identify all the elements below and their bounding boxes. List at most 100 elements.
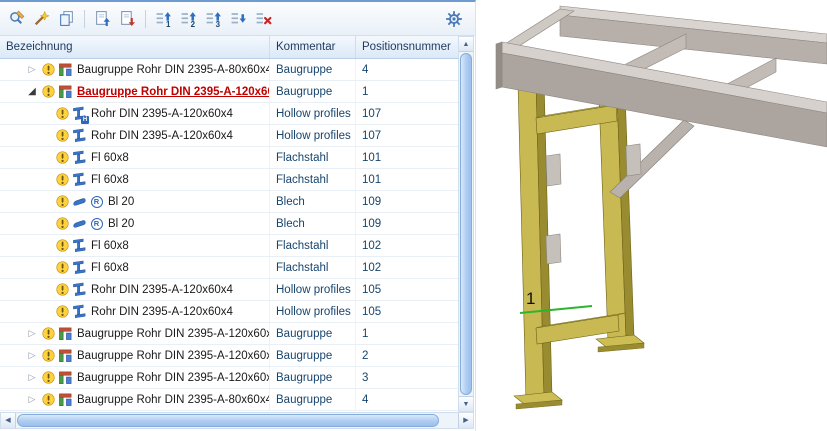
settings-gear-button[interactable] <box>442 7 466 31</box>
expander-icon[interactable]: ▷ <box>24 394 40 405</box>
position-annotation-label: 1 <box>526 289 535 308</box>
expander-icon[interactable]: ◢ <box>24 86 40 97</box>
position-number-cell: 1 <box>356 323 458 344</box>
comment-cell: Hollow profiles <box>270 279 356 300</box>
vertical-scrollbar[interactable]: ▲ ▼ <box>458 36 474 412</box>
table-row[interactable]: ▷Baugruppe Rohr DIN 2395-A-120x60x4Baugr… <box>0 345 458 367</box>
table-row[interactable]: Fl 60x8Flachstahl102 <box>0 257 458 279</box>
svg-text:1: 1 <box>166 20 171 27</box>
horizontal-scroll-thumb[interactable] <box>17 414 439 427</box>
column-header-bezeichnung[interactable]: Bezeichnung <box>0 36 270 58</box>
scroll-right-arrow-icon[interactable]: ▶ <box>458 413 473 428</box>
warning-icon <box>54 128 71 144</box>
copy-list-button[interactable] <box>91 7 114 30</box>
comment-cell: Baugruppe <box>270 389 356 410</box>
beam-h-icon: H <box>71 106 88 122</box>
sort-level-2-button[interactable]: 2 <box>177 7 200 30</box>
part-label: Baugruppe Rohr DIN 2395-A-120x60x4 <box>77 372 270 384</box>
table-row[interactable]: ▷ Baugruppe Rohr DIN 2395-A-80x60x4Baugru… <box>0 59 458 81</box>
expander-icon[interactable]: ▷ <box>24 372 40 383</box>
scroll-down-arrow-icon[interactable]: ▼ <box>459 396 473 411</box>
part-label: Baugruppe Rohr DIN 2395-A-80x60x4 <box>77 64 270 76</box>
format-wand-button[interactable] <box>30 7 53 30</box>
indent-spacer <box>0 289 54 290</box>
table-row[interactable]: Fl 60x8Flachstahl101 <box>0 169 458 191</box>
table-row[interactable]: ◢Baugruppe Rohr DIN 2395-A-120x60x4Baugr… <box>0 81 458 103</box>
indent-spacer <box>0 91 24 92</box>
sort-level-1-button[interactable]: 1 <box>152 7 175 30</box>
toolbar: 12 3 <box>0 2 475 36</box>
table-body: ▷Baugruppe Rohr DIN 2395-A-80x60x4Baugru… <box>0 59 458 412</box>
part-label: Rohr DIN 2395-A-120x60x4 <box>91 284 233 296</box>
copy-button[interactable] <box>55 7 78 30</box>
bezeichnung-cell: ▷ Baugruppe Rohr DIN 2395-A-80x60x4 <box>0 59 270 80</box>
position-number-cell: 109 <box>356 213 458 234</box>
column-header-positionsnummer[interactable]: Positionsnummer <box>356 36 458 58</box>
table-row[interactable]: ▷Baugruppe Rohr DIN 2395-A-120x60x4Baugr… <box>0 323 458 345</box>
edit-search-button[interactable] <box>5 7 28 30</box>
indent-spacer <box>0 69 24 70</box>
comment-cell: Blech <box>270 213 356 234</box>
warning-icon <box>54 260 71 276</box>
position-number-cell: 101 <box>356 169 458 190</box>
indent-spacer <box>0 179 54 180</box>
sheet-icon <box>71 194 88 210</box>
table-row[interactable]: ▷ Baugruppe Rohr DIN 2395-A-120x60x4Baugr… <box>0 367 458 389</box>
table-row[interactable]: Rohr DIN 2395-A-120x60x4Hollow profiles1… <box>0 301 458 323</box>
position-number-cell: 2 <box>356 345 458 366</box>
table-row[interactable]: Rohr DIN 2395-A-120x60x4Hollow profiles1… <box>0 125 458 147</box>
table-row[interactable]: Rohr DIN 2395-A-120x60x4Hollow profiles1… <box>0 279 458 301</box>
position-number-cell: 1 <box>356 81 458 102</box>
position-number-cell: 101 <box>356 147 458 168</box>
bezeichnung-cell: ▷Baugruppe Rohr DIN 2395-A-80x60x4 <box>0 389 270 410</box>
assembly-icon <box>57 348 74 364</box>
column-header-kommentar[interactable]: Kommentar <box>270 36 356 58</box>
table-row[interactable]: Fl 60x8Flachstahl101 <box>0 147 458 169</box>
position-number-cell: 107 <box>356 125 458 146</box>
indent-spacer <box>0 201 54 202</box>
bezeichnung-cell: ▷Baugruppe Rohr DIN 2395-A-120x60x4 <box>0 323 270 344</box>
table-row[interactable]: RBl 20Blech109 <box>0 191 458 213</box>
table-row[interactable]: RBl 20Blech109 <box>0 213 458 235</box>
sort-descending-button[interactable] <box>227 7 250 30</box>
3d-viewport[interactable]: 1 <box>476 0 827 431</box>
warning-icon <box>54 216 71 232</box>
scroll-up-arrow-icon[interactable]: ▲ <box>459 37 473 52</box>
sort-level-3-button[interactable]: 3 <box>202 7 225 30</box>
paste-list-button[interactable] <box>116 7 139 30</box>
beam-icon <box>71 150 88 166</box>
comment-cell: Baugruppe <box>270 367 356 388</box>
part-label: Fl 60x8 <box>91 152 129 164</box>
beam-icon <box>71 304 88 320</box>
indent-spacer <box>0 113 54 114</box>
comment-cell: Flachstahl <box>270 169 356 190</box>
warning-icon <box>40 348 57 364</box>
comment-cell: Baugruppe <box>270 323 356 344</box>
table-row[interactable]: ▷Baugruppe Rohr DIN 2395-A-80x60x4Baugru… <box>0 389 458 411</box>
bezeichnung-cell: Fl 60x8 <box>0 235 270 256</box>
horizontal-scrollbar[interactable]: ◀ ▶ <box>0 412 474 429</box>
bezeichnung-cell: ▷ Baugruppe Rohr DIN 2395-A-120x60x4 <box>0 367 270 388</box>
bezeichnung-cell: Rohr DIN 2395-A-120x60x4 <box>0 301 270 322</box>
comment-cell: Baugruppe <box>270 59 356 80</box>
scroll-left-arrow-icon[interactable]: ◀ <box>1 413 16 428</box>
bezeichnung-cell: Fl 60x8 <box>0 147 270 168</box>
expander-icon[interactable]: ▷ <box>24 64 40 75</box>
part-label: Rohr DIN 2395-A-120x60x4 <box>91 306 233 318</box>
expander-icon[interactable]: ▷ <box>24 328 40 339</box>
expander-icon[interactable]: ▷ <box>24 350 40 361</box>
part-label: Fl 60x8 <box>91 262 129 274</box>
part-label: Rohr DIN 2395-A-120x60x4 <box>91 108 233 120</box>
table-row[interactable]: Fl 60x8Flachstahl102 <box>0 235 458 257</box>
indent-spacer <box>0 333 24 334</box>
vertical-scroll-thumb[interactable] <box>460 53 472 395</box>
position-number-cell: 4 <box>356 389 458 410</box>
indent-spacer <box>0 377 24 378</box>
table-header: Bezeichnung Kommentar Positionsnummer <box>0 36 458 59</box>
bezeichnung-cell: RBl 20 <box>0 191 270 212</box>
warning-icon <box>54 304 71 320</box>
svg-text:3: 3 <box>216 20 221 27</box>
table-row[interactable]: HRohr DIN 2395-A-120x60x4Hollow profiles… <box>0 103 458 125</box>
sort-clear-button[interactable] <box>252 7 275 30</box>
comment-cell: Baugruppe <box>270 81 356 102</box>
